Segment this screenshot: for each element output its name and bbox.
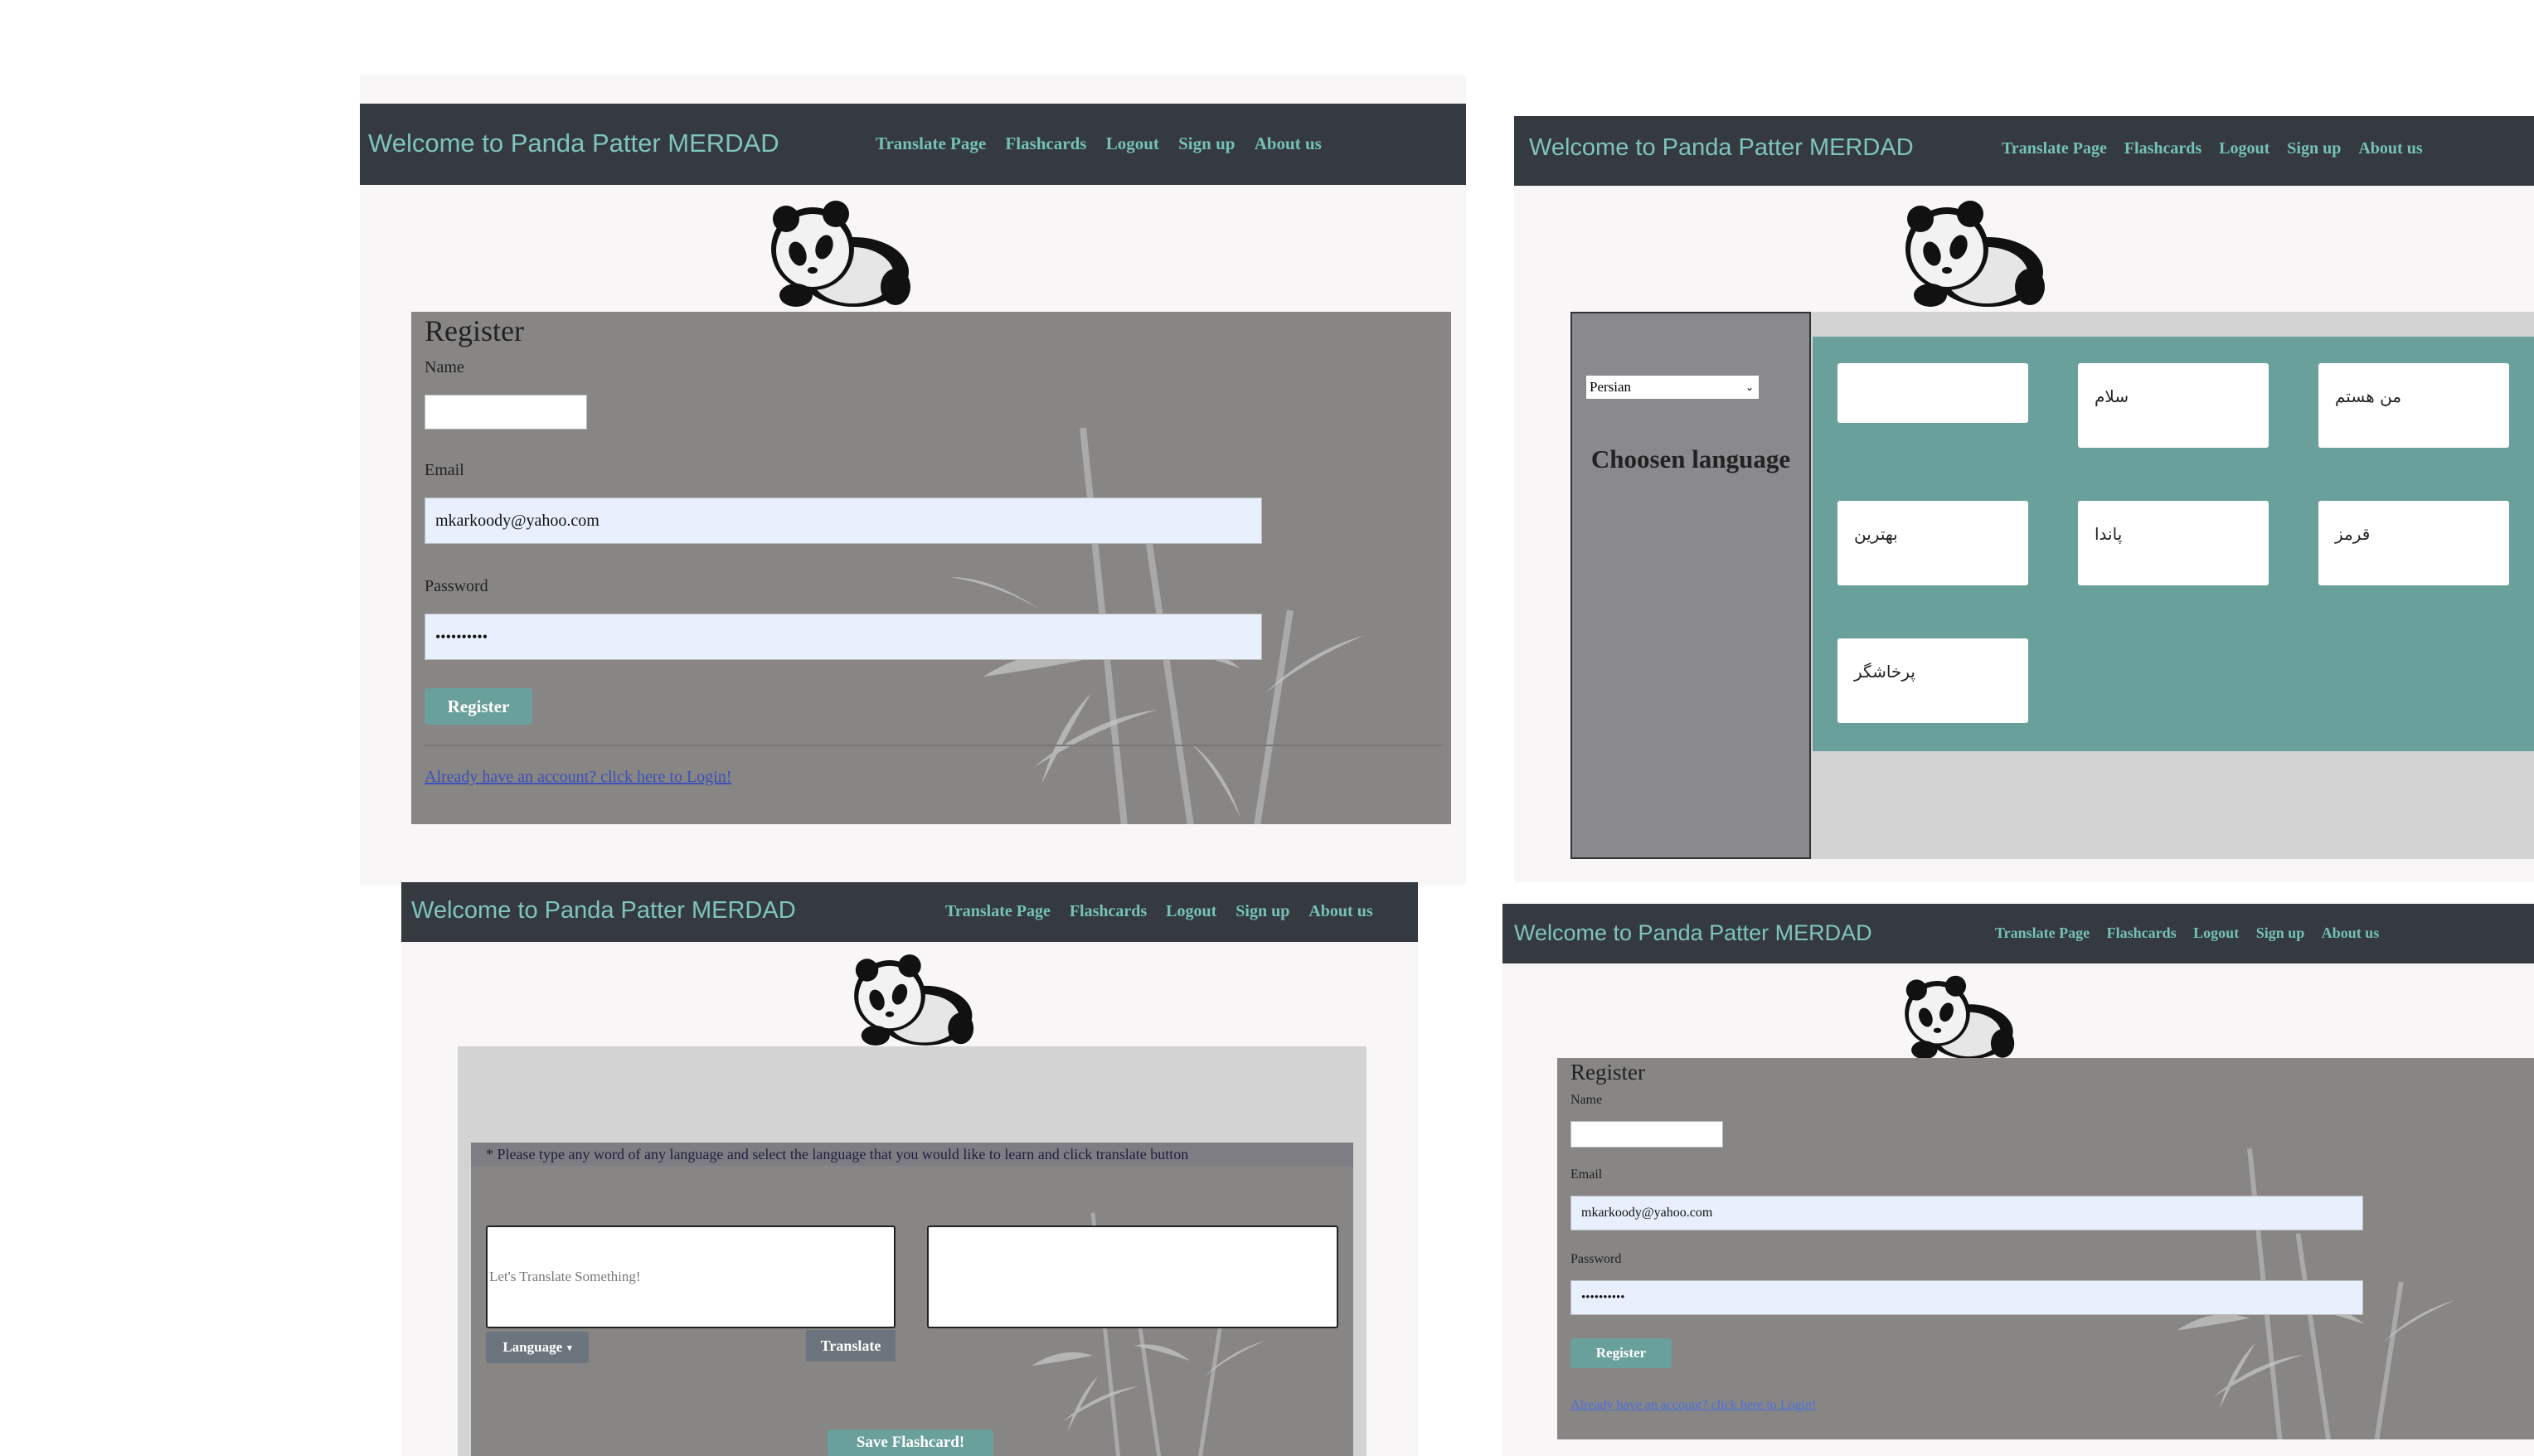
save-flashcard-button[interactable]: Save Flashcard! (828, 1429, 993, 1456)
word-card[interactable]: بهترین (1837, 501, 2028, 585)
nav-logout[interactable]: Logout (1106, 133, 1159, 154)
nav-about-us[interactable]: About us (2358, 139, 2422, 158)
register-button[interactable]: Register (425, 688, 532, 725)
register-card: Register Name Email mkarkoody@yahoo.com … (411, 312, 1451, 824)
translation-output[interactable] (927, 1225, 1338, 1328)
nav-flashcards[interactable]: Flashcards (1070, 902, 1147, 921)
language-select[interactable]: Persian ⌄ (1585, 375, 1760, 400)
word-card[interactable]: پرخاشگر (1837, 638, 2028, 723)
password-field[interactable]: •••••••••• (1570, 1280, 2363, 1315)
language-dropdown-button[interactable]: Language ▾ (486, 1332, 589, 1363)
nav-translate-page[interactable]: Translate Page (945, 902, 1051, 921)
translate-input-placeholder: Let's Translate Something! (489, 1269, 641, 1284)
nav-logout[interactable]: Logout (1166, 902, 1216, 921)
brand-title[interactable]: Welcome to Panda Patter MERDAD (368, 129, 779, 158)
register-screenshot-large: Welcome to Panda Patter MERDAD Translate… (360, 75, 1466, 886)
password-label: Password (1570, 1252, 1622, 1266)
nav-sign-up[interactable]: Sign up (1178, 133, 1235, 154)
login-link[interactable]: Already have an account? click here to L… (1570, 1398, 1816, 1413)
nav-logout[interactable]: Logout (2193, 925, 2239, 942)
navbar: Welcome to Panda Patter MERDAD Translate… (1502, 904, 2534, 963)
email-field[interactable]: mkarkoody@yahoo.com (425, 497, 1262, 544)
nav-links: Translate Page Flashcards Logout Sign up… (1995, 925, 2379, 942)
brand-title[interactable]: Welcome to Panda Patter MERDAD (411, 897, 796, 925)
nav-translate-page[interactable]: Translate Page (876, 133, 986, 154)
nav-links: Translate Page Flashcards Logout Sign up… (876, 133, 1322, 154)
panda-logo (1905, 975, 2015, 1060)
nav-about-us[interactable]: About us (2322, 925, 2380, 942)
panda-logo (771, 201, 910, 307)
navbar: Welcome to Panda Patter MERDAD Translate… (1514, 116, 2534, 186)
chosen-language-heading: Choosen language (1590, 444, 1791, 473)
nav-links: Translate Page Flashcards Logout Sign up… (945, 902, 1373, 921)
nav-flashcards[interactable]: Flashcards (2124, 139, 2201, 158)
bamboo-decoration (950, 427, 1365, 824)
password-label: Password (425, 577, 488, 595)
translate-screenshot: Welcome to Panda Patter MERDAD Translate… (401, 882, 1418, 1456)
divider (425, 745, 1443, 746)
translate-button[interactable]: Translate (806, 1330, 896, 1361)
nav-about-us[interactable]: About us (1308, 902, 1372, 921)
nav-translate-page[interactable]: Translate Page (1995, 925, 2090, 942)
brand-title[interactable]: Welcome to Panda Patter MERDAD (1514, 920, 1872, 946)
translate-wrapper: * Please type any word of any language a… (458, 1046, 1367, 1456)
word-card[interactable] (1837, 363, 2028, 423)
nav-translate-page[interactable]: Translate Page (2002, 139, 2107, 158)
name-label: Name (425, 358, 464, 376)
nav-links: Translate Page Flashcards Logout Sign up… (2002, 139, 2423, 158)
panda-logo (854, 954, 974, 1046)
nav-flashcards[interactable]: Flashcards (1005, 133, 1086, 154)
word-card[interactable]: پاندا (2078, 501, 2269, 585)
instruction-text: * Please type any word of any language a… (471, 1143, 1353, 1166)
word-card[interactable]: قرمز (2318, 501, 2509, 585)
email-field[interactable]: mkarkoody@yahoo.com (1570, 1196, 2363, 1230)
word-card[interactable]: سلام (2078, 363, 2269, 448)
language-dropdown-label: Language (502, 1339, 563, 1355)
word-grid: سلام من هستم بهترین پاندا قرمز پرخاشگر (1813, 337, 2534, 751)
language-select-value: Persian (1590, 379, 1632, 395)
chevron-down-icon: ⌄ (1745, 381, 1754, 393)
word-card[interactable]: من هستم (2318, 363, 2509, 448)
language-sidebar: Persian ⌄ Choosen language (1570, 312, 1811, 859)
brand-title[interactable]: Welcome to Panda Patter MERDAD (1529, 134, 1914, 162)
register-button[interactable]: Register (1570, 1338, 1672, 1368)
translate-input[interactable]: Let's Translate Something! (486, 1225, 896, 1328)
register-title: Register (1570, 1060, 1645, 1085)
email-label: Email (425, 461, 464, 479)
nav-sign-up[interactable]: Sign up (2287, 139, 2341, 158)
register-screenshot-small: Welcome to Panda Patter MERDAD Translate… (1502, 904, 2534, 1456)
panda-logo (1905, 201, 2045, 307)
nav-sign-up[interactable]: Sign up (2256, 925, 2305, 942)
register-card: Register Name Email mkarkoody@yahoo.com … (1557, 1058, 2534, 1439)
login-link[interactable]: Already have an account? click here to L… (425, 768, 731, 787)
nav-flashcards[interactable]: Flashcards (2107, 925, 2177, 942)
nav-sign-up[interactable]: Sign up (1235, 902, 1289, 921)
nav-about-us[interactable]: About us (1255, 133, 1322, 154)
password-field[interactable]: •••••••••• (425, 614, 1262, 660)
name-field[interactable] (1570, 1121, 1723, 1148)
name-label: Name (1570, 1093, 1603, 1107)
nav-logout[interactable]: Logout (2219, 139, 2269, 158)
translate-card: * Please type any word of any language a… (471, 1143, 1353, 1456)
language-screenshot: Welcome to Panda Patter MERDAD Translate… (1514, 116, 2534, 882)
navbar: Welcome to Panda Patter MERDAD Translate… (360, 104, 1466, 185)
register-title: Register (425, 314, 524, 347)
email-label: Email (1570, 1167, 1603, 1182)
language-workspace: Persian ⌄ Choosen language سلام من هستم … (1570, 312, 2534, 859)
name-field[interactable] (425, 395, 587, 430)
caret-down-icon: ▾ (567, 1342, 572, 1353)
navbar: Welcome to Panda Patter MERDAD Translate… (401, 882, 1418, 942)
